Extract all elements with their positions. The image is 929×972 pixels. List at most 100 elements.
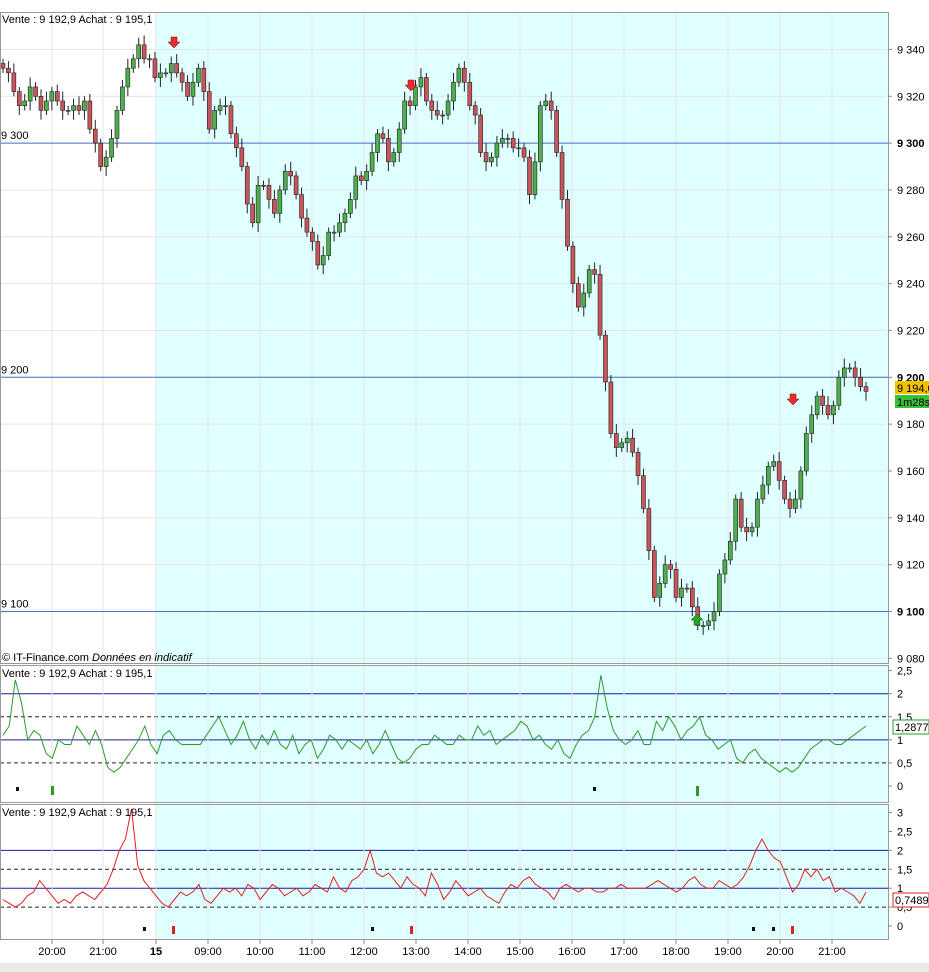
chart-window: 9 340 9 320 9 300 9 280 9 260 9 240 9 220 9 200… [0, 0, 929, 972]
candle-body [608, 381, 614, 434]
candle-body [250, 203, 255, 224]
candle [608, 374, 614, 439]
candle-body [299, 194, 304, 219]
price-y-tick-label: 9 080 [897, 653, 925, 665]
candle-body [82, 100, 87, 111]
timer-label: 1m28s [897, 397, 929, 409]
x-tick-label: 20:00 [38, 946, 66, 958]
candle-body [304, 217, 310, 233]
candle-body [570, 245, 576, 284]
candle-body [820, 395, 825, 406]
ind1-tick-marker [16, 787, 19, 791]
price-y-tick-label: 9 300 [897, 138, 925, 150]
candle-body [65, 110, 71, 112]
candle-body [174, 63, 179, 74]
candle-body [386, 138, 391, 163]
ind2-session-bg [156, 805, 888, 939]
candle-body [744, 526, 749, 533]
candle-body [494, 142, 500, 158]
ind2-tick-marker [772, 927, 775, 931]
candle [565, 189, 570, 251]
candle-body [337, 222, 342, 233]
candle-body [852, 367, 858, 378]
candle-body [282, 170, 288, 191]
candle-body [635, 451, 641, 476]
ind1-last-label: 1,2877 [895, 722, 929, 734]
candle-body [201, 67, 207, 92]
scroll-strip[interactable] [0, 963, 929, 972]
x-tick-label: 21:00 [89, 946, 117, 958]
candle-body [803, 433, 809, 472]
x-tick-label: 09:00 [194, 946, 222, 958]
candle-body [538, 105, 543, 163]
candle-body [554, 110, 559, 153]
price-y-tick-label: 9 120 [897, 560, 925, 572]
candle [424, 72, 429, 106]
candle-body [163, 72, 169, 75]
candle-body [576, 283, 581, 308]
candle-body [722, 559, 728, 575]
candle [538, 100, 543, 172]
candle [717, 569, 722, 617]
ind1-session-bg [156, 666, 888, 802]
candle-body [662, 564, 668, 584]
candle-body [158, 72, 163, 78]
candle-body [706, 620, 711, 626]
candle-body [103, 156, 109, 167]
candle-body [114, 110, 120, 139]
x-tick-label: 15 [150, 946, 162, 958]
candle-body [760, 484, 766, 500]
candle-body [586, 269, 592, 294]
candle-body [223, 105, 228, 107]
ref-left-label: 9 300 [1, 130, 29, 142]
chart-canvas[interactable]: 9 340 9 320 9 300 9 280 9 260 9 240 9 220 9 200… [0, 0, 929, 972]
candle-body [288, 170, 293, 177]
candle-body [440, 114, 445, 117]
candle-body [614, 433, 619, 448]
candle-body [120, 86, 125, 111]
candle-body [456, 67, 462, 83]
ind2-signal-marker [172, 926, 175, 934]
candle-body [559, 152, 565, 200]
price-y-tick-label: 9 160 [897, 466, 925, 478]
ref-left-label: 9 200 [1, 364, 29, 376]
x-tick-label: 21:00 [818, 946, 846, 958]
candle-body [619, 442, 625, 448]
candle-body [168, 63, 174, 74]
candle-body [196, 67, 201, 83]
candle-body [863, 386, 869, 392]
candle-body [467, 81, 473, 106]
candle-body [673, 569, 679, 598]
candle-body [500, 138, 505, 144]
ind2-last-label: 0,7489 [895, 895, 929, 907]
candle-body [836, 377, 842, 406]
candle-body [478, 114, 483, 153]
candle [559, 145, 565, 209]
candle-body [71, 105, 76, 111]
price-y-tick-label: 9 180 [897, 419, 925, 431]
candle-body [87, 100, 93, 130]
candle-body [738, 498, 744, 528]
price-y-tick-label: 9 140 [897, 513, 925, 525]
ind2-y-tick-label: 3 [897, 808, 903, 820]
ind2-tick-marker [752, 927, 755, 931]
last-price-label: 9 194,0 [897, 383, 929, 395]
candle-body [451, 81, 456, 102]
candle-body [369, 152, 375, 172]
x-tick-label: 16:00 [558, 946, 586, 958]
candle-body [793, 498, 798, 509]
ind1-y-tick-label: 1 [897, 735, 903, 747]
candle-body [532, 161, 538, 195]
ind1-signal-marker [51, 786, 54, 795]
candle-body [16, 91, 22, 106]
price-y-tick-label: 9 320 [897, 91, 925, 103]
candle-body [152, 58, 158, 78]
candle-body [630, 437, 635, 453]
candle-body [92, 128, 98, 144]
x-tick-label: 15:00 [506, 946, 534, 958]
candle [652, 545, 657, 603]
candle-body [407, 100, 413, 106]
candle-body [516, 147, 521, 150]
candle-body [27, 86, 33, 102]
candle-body [445, 100, 451, 116]
